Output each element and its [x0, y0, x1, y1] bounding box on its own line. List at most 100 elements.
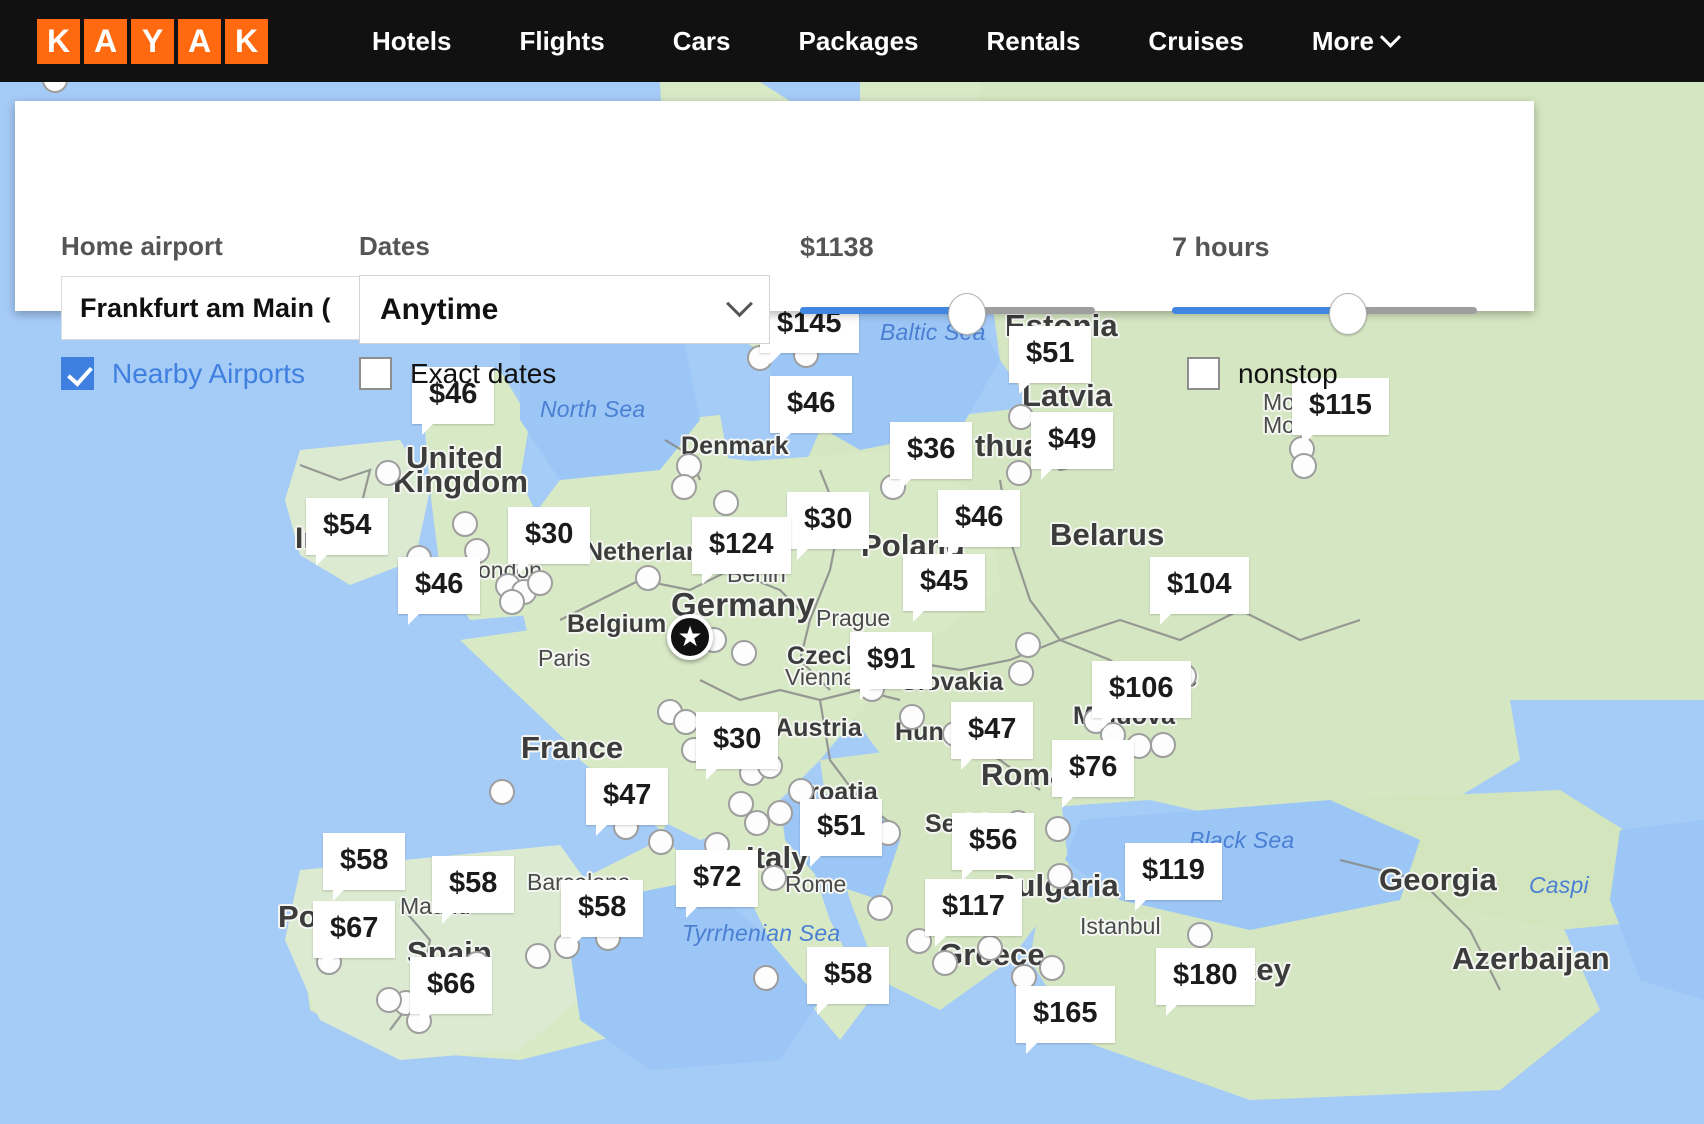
- airport-dot[interactable]: [932, 950, 958, 976]
- nav-item-label: Cars: [672, 25, 731, 56]
- airport-dot[interactable]: [527, 570, 553, 596]
- price-tag[interactable]: $36: [890, 422, 973, 490]
- kayak-logo[interactable]: KAYAK: [37, 18, 268, 64]
- price-tag[interactable]: $47: [586, 768, 669, 836]
- airport-dot[interactable]: [731, 640, 757, 666]
- airport-dot[interactable]: [899, 704, 925, 730]
- airport-dot[interactable]: [499, 589, 525, 615]
- logo-letter-4: K: [225, 18, 268, 64]
- nav-item-cars[interactable]: Cars: [639, 26, 765, 57]
- price-tag[interactable]: $119: [1125, 843, 1222, 911]
- price-tag[interactable]: $51: [800, 799, 883, 867]
- dates-label: Dates: [359, 231, 430, 261]
- airport-dot[interactable]: [452, 511, 478, 537]
- price-tag[interactable]: $165: [1016, 986, 1115, 1054]
- price-tag[interactable]: $106: [1092, 661, 1191, 729]
- airport-dot[interactable]: [753, 965, 779, 991]
- airport-dot[interactable]: [713, 490, 739, 516]
- airport-dot[interactable]: [1291, 453, 1317, 479]
- airport-dot[interactable]: [1187, 922, 1213, 948]
- price-tag[interactable]: $47: [951, 702, 1034, 770]
- price-tag[interactable]: $51: [1009, 326, 1092, 394]
- price-tag[interactable]: $180: [1156, 948, 1255, 1016]
- airport-dot[interactable]: [671, 474, 697, 500]
- home-airport-star-marker[interactable]: ★: [667, 614, 713, 660]
- airport-dot[interactable]: [867, 895, 893, 921]
- price-tag[interactable]: $46: [398, 557, 481, 625]
- price-tag[interactable]: $76: [1052, 740, 1135, 808]
- airport-dot[interactable]: [1008, 660, 1034, 686]
- airport-dot[interactable]: [1039, 955, 1065, 981]
- exact-dates-checkbox[interactable]: [359, 357, 392, 390]
- price-tag[interactable]: $30: [696, 712, 779, 780]
- price-tag[interactable]: $91: [850, 632, 933, 700]
- price-tag[interactable]: $104: [1150, 557, 1249, 625]
- nav-item-more[interactable]: More: [1278, 26, 1432, 57]
- price-tag[interactable]: $72: [676, 850, 759, 918]
- airport-dot[interactable]: [375, 460, 401, 486]
- airport-dot[interactable]: [761, 865, 787, 891]
- price-slider[interactable]: [800, 293, 1095, 335]
- city-label: Mo: [1263, 412, 1295, 438]
- main-nav: Hotels Flights Cars Packages Rentals Cruises M…: [338, 26, 1432, 57]
- price-tag[interactable]: $58: [561, 880, 644, 948]
- airport-dot[interactable]: [489, 779, 515, 805]
- duration-slider[interactable]: [1172, 293, 1477, 335]
- home-airport-input[interactable]: [61, 276, 361, 340]
- airport-dot[interactable]: [1006, 460, 1032, 486]
- price-tag[interactable]: $124: [692, 517, 791, 585]
- nav-item-label: Rentals: [986, 25, 1081, 56]
- price-tag[interactable]: $66: [410, 957, 493, 1025]
- price-tag[interactable]: $30: [508, 507, 591, 575]
- airport-dot[interactable]: [1045, 816, 1071, 842]
- logo-letter-1: A: [84, 18, 127, 64]
- nearby-airports-row[interactable]: Nearby Airports: [61, 357, 305, 390]
- nonstop-row[interactable]: nonstop: [1187, 357, 1338, 390]
- logo-letter-3: A: [178, 18, 221, 64]
- nonstop-checkbox[interactable]: [1187, 357, 1220, 390]
- nav-item-label: More: [1311, 25, 1374, 56]
- price-slider-fill: [800, 307, 967, 314]
- price-tag[interactable]: $45: [903, 554, 986, 622]
- dates-select[interactable]: Anytime: [359, 275, 770, 344]
- sea-label: Tyrrhenian Sea: [682, 920, 841, 946]
- price-tag[interactable]: $58: [323, 833, 406, 901]
- nav-item-packages[interactable]: Packages: [765, 26, 953, 57]
- price-slider-value: $1138: [800, 232, 874, 262]
- nav-item-flights[interactable]: Flights: [485, 26, 638, 57]
- price-tag[interactable]: $58: [807, 947, 890, 1015]
- airport-dot[interactable]: [1047, 863, 1073, 889]
- airport-dot[interactable]: [1150, 732, 1176, 758]
- duration-slider-knob[interactable]: [1329, 293, 1367, 335]
- airport-dot[interactable]: [376, 987, 402, 1013]
- nearby-airports-checkbox[interactable]: [61, 357, 94, 390]
- airport-dot[interactable]: [1015, 632, 1041, 658]
- price-tag[interactable]: $54: [306, 498, 389, 566]
- nav-item-cruises[interactable]: Cruises: [1114, 26, 1277, 57]
- country-label: Latvia: [1022, 378, 1113, 413]
- airport-dot[interactable]: [648, 829, 674, 855]
- price-tag[interactable]: $46: [770, 376, 853, 444]
- price-slider-knob[interactable]: [948, 293, 986, 335]
- nav-item-label: Packages: [798, 25, 919, 56]
- price-tag[interactable]: $30: [787, 492, 870, 560]
- price-tag[interactable]: $56: [952, 813, 1035, 881]
- nav-item-rentals[interactable]: Rentals: [953, 26, 1115, 57]
- price-tag[interactable]: $117: [925, 879, 1022, 947]
- airport-dot[interactable]: [767, 800, 793, 826]
- country-label: Belgium: [567, 610, 667, 638]
- price-tag[interactable]: $58: [432, 856, 515, 924]
- price-tag[interactable]: $49: [1031, 412, 1114, 480]
- price-tag[interactable]: $67: [313, 901, 396, 969]
- country-label: Georgia: [1379, 862, 1497, 897]
- airport-dot[interactable]: [635, 565, 661, 591]
- airport-dot[interactable]: [744, 810, 770, 836]
- price-tag[interactable]: $46: [938, 490, 1021, 558]
- airport-dot[interactable]: [977, 935, 1003, 961]
- nearby-airports-label: Nearby Airports: [112, 357, 305, 389]
- country-label: Azerbaijan: [1452, 941, 1610, 976]
- airport-dot[interactable]: [525, 943, 551, 969]
- exact-dates-row[interactable]: Exact dates: [359, 357, 556, 390]
- nav-item-hotels[interactable]: Hotels: [338, 26, 485, 57]
- logo-letter-2: Y: [131, 18, 174, 64]
